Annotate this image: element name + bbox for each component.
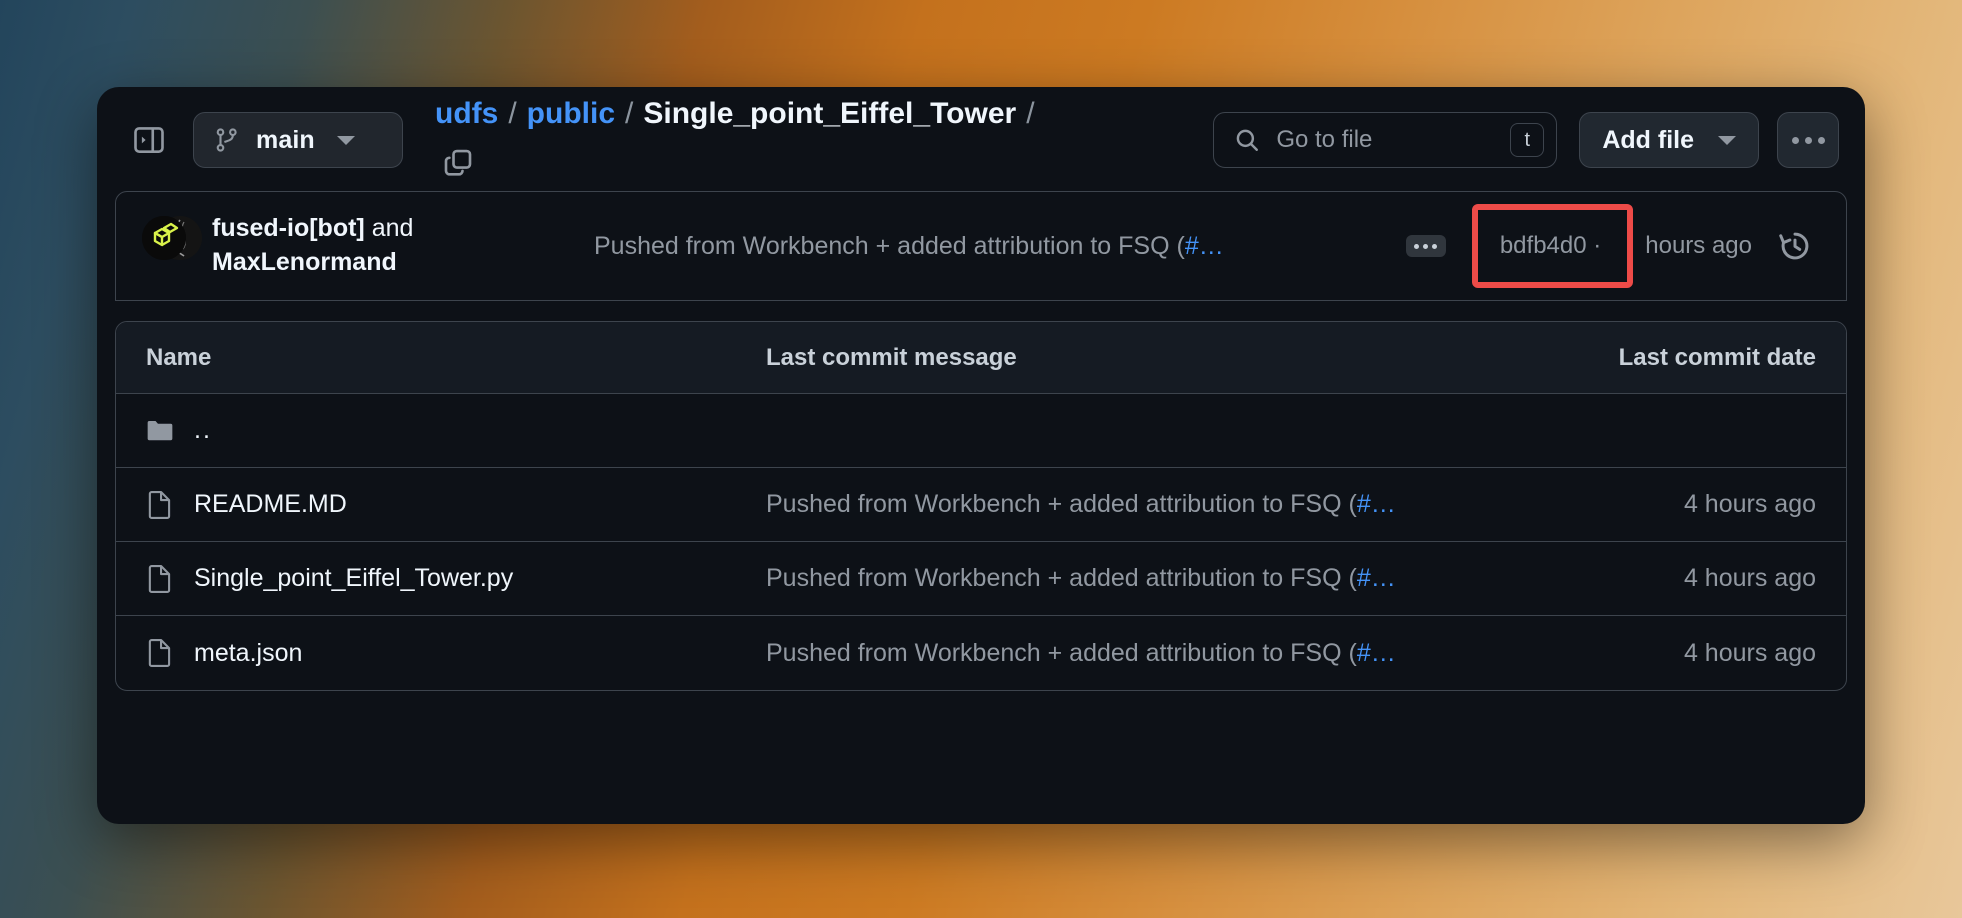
commit-message-text: Pushed from Workbench + added attributio… — [594, 231, 1185, 260]
sidebar-toggle-button[interactable] — [127, 118, 171, 162]
breadcrumb-separator-trailing: / — [1026, 97, 1035, 130]
history-icon — [1779, 232, 1809, 260]
file-icon — [146, 564, 174, 593]
ellipsis-expand-icon — [1414, 243, 1420, 249]
file-row-message-text: Pushed from Workbench + added attributio… — [766, 490, 1357, 518]
copy-path-icon — [444, 149, 472, 176]
file-icon-glyph — [148, 639, 171, 667]
add-file-button[interactable]: Add file — [1579, 112, 1759, 168]
commit-message[interactable]: Pushed from Workbench + added attributio… — [562, 232, 1406, 261]
breadcrumb-area: udfs / public / Single_point_Eiffel_Towe… — [435, 97, 1193, 183]
search-placeholder: Go to file — [1276, 126, 1373, 153]
file-row-link[interactable]: Single_point_Eiffel_Tower.py — [194, 564, 513, 593]
file-icon — [146, 639, 174, 667]
ellipsis-expand-icon — [1423, 243, 1429, 249]
file-row-issue-link[interactable]: #… — [1357, 639, 1396, 667]
file-row-message-text: Pushed from Workbench + added attributio… — [766, 638, 1357, 667]
file-row-issue-link[interactable]: #… — [1357, 490, 1396, 518]
commit-authors: fused-io[bot] and MaxLenormand — [142, 212, 562, 280]
repository-window: main udfs / public / Single_point_Eiffel… — [97, 87, 1865, 824]
file-row-issue-link[interactable]: #… — [1357, 564, 1396, 592]
file-row-date: 4 hours ago — [1683, 638, 1816, 667]
column-header-date: Last commit date — [1618, 343, 1816, 371]
commit-author-text: fused-io[bot] and MaxLenormand — [212, 212, 413, 280]
breadcrumb-separator: / — [625, 97, 634, 130]
file-row-name-cell: README.MD — [146, 490, 766, 519]
file-row-date: 4 hours ago — [1683, 564, 1816, 592]
kebab-horizontal-icon — [1817, 136, 1825, 144]
file-row-name-cell: meta.json — [146, 639, 766, 668]
add-file-label: Add file — [1602, 125, 1694, 154]
table-row[interactable]: Single_point_Eiffel_Tower.py Pushed from… — [116, 542, 1846, 616]
git-branch-icon — [216, 128, 237, 152]
search-shortcut-key: t — [1510, 123, 1545, 157]
file-icon — [146, 490, 174, 519]
latest-commit-banner: fused-io[bot] and MaxLenormand Pushed fr… — [115, 191, 1847, 301]
search-input[interactable]: Go to file t — [1213, 112, 1558, 168]
commit-relative-time: hours ago — [1645, 232, 1752, 259]
breadcrumb-item-udfs[interactable]: udfs — [435, 97, 498, 131]
commit-meta: bdfb4d0 · hours ago — [1405, 204, 1818, 288]
avatar-stack — [142, 216, 202, 261]
branch-selector-button[interactable]: main — [193, 112, 403, 168]
table-row[interactable]: .. — [116, 394, 1846, 468]
repository-header: main udfs / public / Single_point_Eiffel… — [109, 97, 1853, 183]
file-row-message[interactable]: Pushed from Workbench + added attributio… — [766, 639, 1586, 668]
folder-icon-glyph — [147, 420, 173, 440]
commit-author-conjunction: and — [371, 214, 414, 243]
file-row-message-text: Pushed from Workbench + added attributio… — [766, 564, 1357, 592]
copy-path-button[interactable] — [443, 143, 485, 183]
search-icon — [1237, 129, 1259, 151]
sidebar-expand-icon — [134, 127, 164, 153]
commit-expand-button[interactable] — [1405, 235, 1446, 257]
table-row[interactable]: README.MD Pushed from Workbench + added … — [116, 468, 1846, 542]
file-table-header: Name Last commit message Last commit dat… — [116, 322, 1846, 394]
ellipsis-expand-icon — [1432, 243, 1438, 249]
breadcrumb-separator: / — [508, 97, 517, 130]
file-row-date: 4 hours ago — [1683, 490, 1816, 518]
commit-hash-link[interactable]: bdfb4d0 · — [1500, 232, 1601, 260]
file-row-message[interactable]: Pushed from Workbench + added attributio… — [766, 564, 1586, 593]
column-header-name: Name — [146, 343, 212, 371]
commit-author-primary[interactable]: fused-io[bot] — [212, 214, 365, 242]
file-row-link[interactable]: meta.json — [194, 639, 302, 668]
branch-name-label: main — [256, 125, 315, 154]
avatar-primary-image — [142, 216, 186, 261]
chevron-down-icon — [336, 135, 355, 145]
kebab-horizontal-icon — [1791, 136, 1799, 144]
table-row[interactable]: meta.json Pushed from Workbench + added … — [116, 616, 1846, 690]
folder-icon — [146, 419, 174, 443]
chevron-down-icon — [1718, 135, 1736, 145]
breadcrumb: udfs / public / Single_point_Eiffel_Towe… — [435, 97, 1193, 131]
kebab-horizontal-icon — [1804, 136, 1812, 144]
file-list-table: Name Last commit message Last commit dat… — [115, 321, 1847, 691]
file-row-name-cell: .. — [146, 416, 766, 445]
file-icon-glyph — [148, 490, 171, 519]
file-row-link[interactable]: README.MD — [194, 490, 347, 519]
file-row-name-cell: Single_point_Eiffel_Tower.py — [146, 564, 766, 593]
more-options-button[interactable] — [1777, 112, 1839, 168]
commit-hash-highlight: bdfb4d0 · — [1471, 204, 1634, 288]
commit-author-secondary[interactable]: MaxLenormand — [212, 248, 397, 276]
file-icon-glyph — [148, 564, 171, 593]
fused-io-bot-avatar[interactable] — [142, 216, 186, 261]
breadcrumb-item-public[interactable]: public — [527, 97, 615, 131]
column-header-message: Last commit message — [766, 343, 1017, 371]
commit-history-button[interactable] — [1778, 229, 1812, 263]
commit-issue-link[interactable]: #… — [1185, 232, 1224, 260]
breadcrumb-item-current: Single_point_Eiffel_Tower — [643, 97, 1017, 130]
file-row-message[interactable]: Pushed from Workbench + added attributio… — [766, 490, 1586, 519]
file-row-link[interactable]: .. — [194, 416, 212, 445]
